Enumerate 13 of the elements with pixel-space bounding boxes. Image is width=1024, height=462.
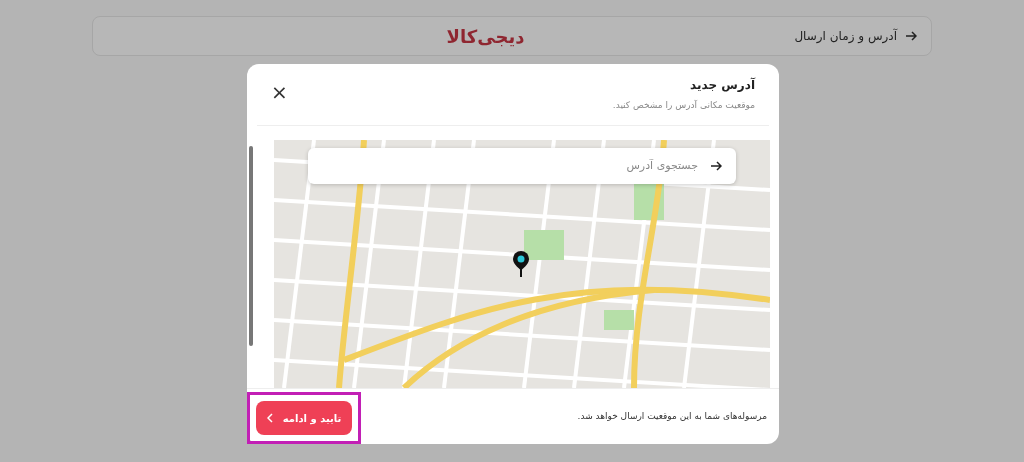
back-label: آدرس و زمان ارسال bbox=[794, 29, 897, 43]
arrow-icon bbox=[905, 30, 917, 42]
location-pin-icon bbox=[511, 249, 530, 278]
modal-title: آدرس جدید bbox=[689, 78, 755, 92]
search-field[interactable]: جستجوی آدرس bbox=[307, 147, 736, 184]
chevron-icon bbox=[266, 413, 273, 424]
back-button[interactable]: آدرس و زمان ارسال bbox=[794, 29, 917, 43]
close-button[interactable]: × bbox=[271, 82, 288, 102]
modal-subtitle: موقعیت مکانی آدرس را مشخص کنید. bbox=[612, 100, 755, 110]
logo: دیجی‌کالا bbox=[446, 25, 525, 47]
confirm-button[interactable]: تایید و ادامه bbox=[256, 401, 352, 436]
footer-note: مرسوله‌های شما به این موقعیت ارسال خواهد شد. bbox=[577, 411, 767, 422]
arrow-icon bbox=[709, 159, 722, 172]
